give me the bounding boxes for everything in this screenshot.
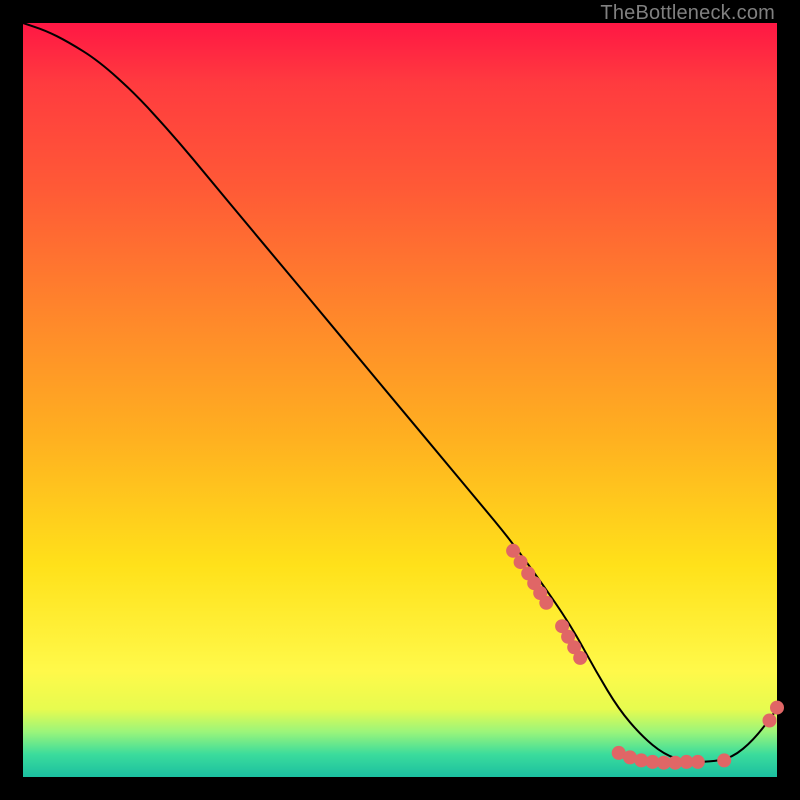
data-point	[770, 701, 784, 715]
data-point	[539, 596, 553, 610]
data-point	[717, 753, 731, 767]
data-point	[573, 651, 587, 665]
data-point	[691, 755, 705, 769]
plot-area	[23, 23, 777, 777]
data-point	[763, 714, 777, 728]
chart-stage: TheBottleneck.com	[0, 0, 800, 800]
bottleneck-curve	[23, 23, 777, 762]
scatter-dots	[506, 544, 784, 770]
chart-svg	[23, 23, 777, 777]
watermark-text: TheBottleneck.com	[600, 2, 775, 25]
